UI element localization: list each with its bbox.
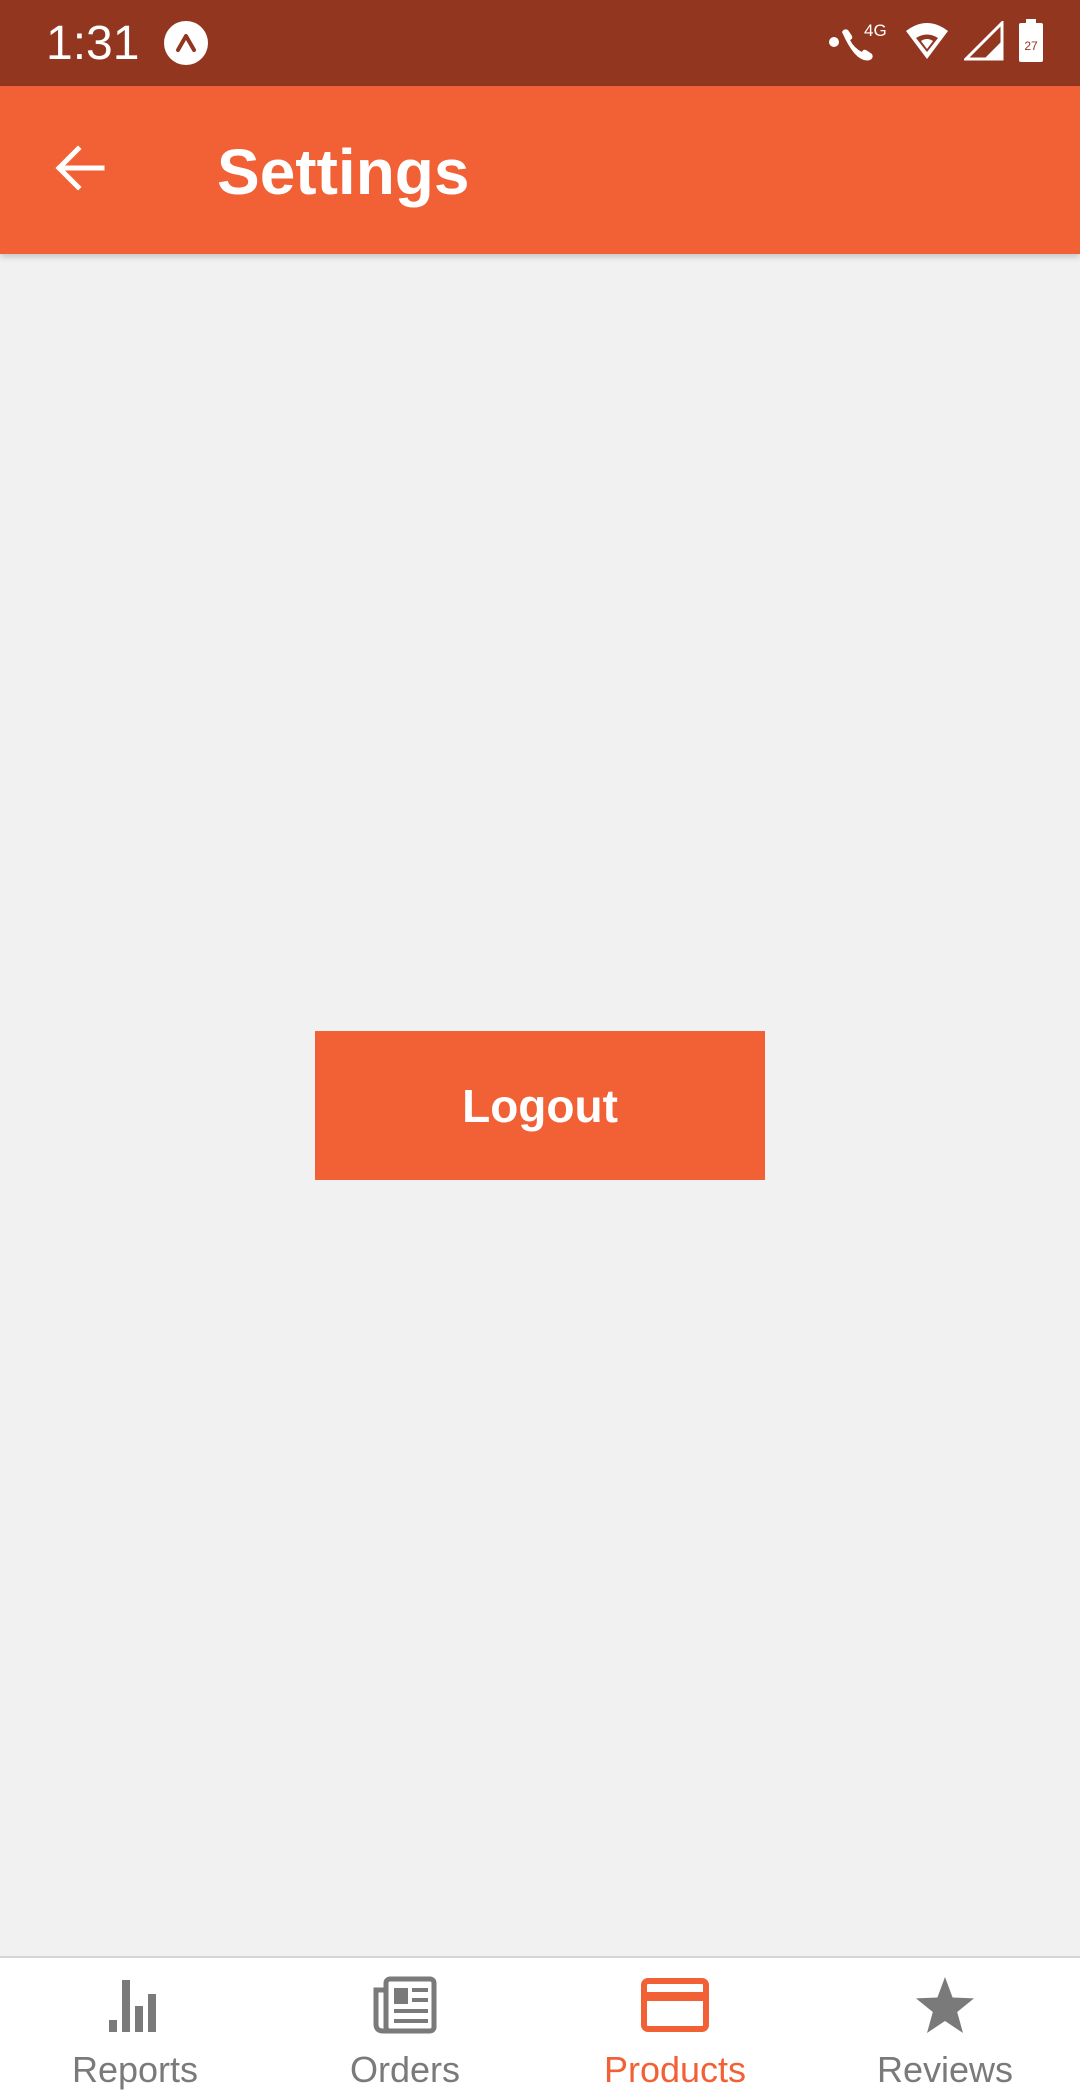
back-button[interactable]: [40, 130, 120, 210]
arrow-left-icon: [54, 144, 106, 196]
nav-label-orders: Orders: [349, 2049, 461, 2090]
status-bar: 1:31 4G 27: [0, 0, 1080, 86]
network-type-label: 4G: [864, 21, 887, 40]
battery-level: 27: [1024, 39, 1038, 53]
status-time: 1:31: [46, 17, 140, 70]
bottom-nav: Reports Orders Products Reviews: [0, 1956, 1080, 2100]
bar-chart-icon: [107, 1974, 163, 2036]
app-bar: Settings: [0, 86, 1080, 254]
wifi-calling-icon: 4G: [828, 18, 890, 69]
newspaper-icon: [372, 1974, 438, 2036]
nav-item-orders[interactable]: Orders: [270, 1958, 540, 2100]
wifi-icon: [904, 21, 950, 66]
app-notification-icon: [164, 21, 208, 65]
nav-item-reports[interactable]: Reports: [0, 1958, 270, 2100]
cell-signal-icon: [962, 18, 1004, 66]
settings-screen: 1:31 4G 27 Settings Logout Reports Order…: [0, 0, 1080, 2100]
nav-label-reports: Reports: [71, 2049, 199, 2090]
battery-icon: 27: [1018, 18, 1044, 68]
credit-card-icon: [641, 1974, 709, 2036]
nav-label-reviews: Reviews: [876, 2049, 1014, 2090]
nav-item-products[interactable]: Products: [540, 1958, 810, 2100]
logout-button[interactable]: Logout: [315, 1031, 765, 1180]
nav-item-reviews[interactable]: Reviews: [810, 1958, 1080, 2100]
star-icon: [914, 1974, 976, 2036]
page-title: Settings: [217, 136, 470, 208]
nav-label-products: Products: [603, 2049, 747, 2090]
status-icons: 4G 27: [828, 18, 1044, 69]
